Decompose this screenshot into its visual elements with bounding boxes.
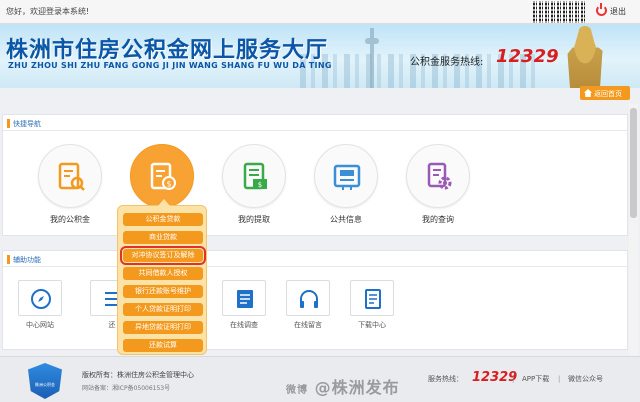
header-banner: 株洲市住房公积金网上服务大厅 ZHU ZHOU SHI ZHU FANG GON… <box>0 24 640 88</box>
return-home-label: 返回首页 <box>594 90 622 98</box>
divider: | <box>512 375 515 383</box>
nav-my-fund[interactable]: 我的公积金 <box>30 144 110 244</box>
menu-item-repay-account[interactable]: 银行还款账号维护 <box>123 285 203 298</box>
nav-my-query[interactable]: 我的查询 <box>398 144 478 244</box>
emblem-text: 株洲公积金 <box>35 382 55 387</box>
home-icon <box>584 89 592 97</box>
tool-label: 下载中心 <box>358 321 386 329</box>
svg-text:$: $ <box>166 180 171 189</box>
app-download-link[interactable]: APP下载 <box>522 374 549 384</box>
scrollbar-thumb[interactable] <box>630 108 637 218</box>
nav-label: 我的公积金 <box>50 215 90 224</box>
copyright-text: 版权所有：株洲住房公积金管理中心 <box>82 371 194 379</box>
site-title: 株洲市住房公积金网上服务大厅 <box>6 38 329 63</box>
menu-item-commercial-loan[interactable]: 商业贷款 <box>123 231 203 244</box>
assist-header: 辅助功能 <box>3 251 627 267</box>
compass-icon <box>18 280 62 316</box>
public-info-icon <box>314 144 378 208</box>
nav-my-withdraw[interactable]: $ 我的提取 <box>214 144 294 244</box>
loan-dropdown-menu: 公积金贷款 商业贷款 对冲协议签订及解除 共同借款人授权 银行还款账号维护 个人… <box>117 199 207 355</box>
divider: | <box>558 375 561 383</box>
tool-label: 在线调查 <box>230 321 258 329</box>
menu-item-remote-loan-certificate[interactable]: 异地贷款证明打印 <box>123 321 203 334</box>
site-title-pinyin: ZHU ZHOU SHI ZHU FANG GONG JI JIN WANG S… <box>8 61 332 70</box>
assist-title: 辅助功能 <box>13 256 41 264</box>
service-hotline-number: 12329 <box>472 370 518 385</box>
survey-icon <box>222 280 266 316</box>
hotline-number: 12329 <box>496 46 559 67</box>
menu-item-offset-agreement[interactable]: 对冲协议签订及解除 <box>120 246 206 265</box>
headset-icon <box>286 280 330 316</box>
tool-online-message[interactable]: 在线留言 <box>280 280 336 336</box>
hotline-label: 公积金服务热线: <box>410 57 484 68</box>
menu-item-repay-calculator[interactable]: 还款试算 <box>123 339 203 352</box>
section-marker <box>7 119 10 128</box>
tool-label: 在线留言 <box>294 321 322 329</box>
service-hotline-label: 服务热线： <box>428 375 463 383</box>
fund-emblem-logo: 株洲公积金 <box>28 363 62 399</box>
wechat-link[interactable]: 微信公众号 <box>568 374 603 384</box>
logout-link[interactable]: 退出 <box>610 6 626 17</box>
power-icon[interactable] <box>596 3 607 16</box>
quick-nav-title: 快捷导航 <box>13 120 41 128</box>
menu-item-co-borrower-auth[interactable]: 共同借款人授权 <box>123 267 203 280</box>
withdraw-document-icon: $ <box>222 144 286 208</box>
tool-label: 中心网站 <box>26 321 54 329</box>
tv-tower-image <box>365 28 379 88</box>
page-scrollbar[interactable] <box>629 104 638 364</box>
section-marker <box>7 255 10 264</box>
nav-label: 公共信息 <box>330 215 362 224</box>
download-doc-icon <box>350 280 394 316</box>
menu-item-loan-certificate[interactable]: 个人贷款证明打印 <box>123 303 203 316</box>
watermark-text: @株洲发布 <box>314 378 400 397</box>
svg-text:$: $ <box>258 181 262 189</box>
document-search-icon <box>38 144 102 208</box>
nav-public-info[interactable]: 公共信息 <box>306 144 386 244</box>
nav-label: 我的提取 <box>238 215 270 224</box>
query-settings-icon <box>406 144 470 208</box>
menu-item-housing-fund-loan[interactable]: 公积金贷款 <box>123 213 203 226</box>
icp-text: 网站备案：湘ICP备05006153号 <box>82 385 171 392</box>
tool-online-survey[interactable]: 在线调查 <box>216 280 272 336</box>
nav-label: 我的查询 <box>422 215 454 224</box>
top-bar: 您好，欢迎登录本系统! 退出 <box>0 0 640 24</box>
tool-center-website[interactable]: 中心网站 <box>12 280 68 336</box>
return-home-button[interactable]: 返回首页 <box>580 86 630 100</box>
qr-code-icon <box>533 1 585 23</box>
welcome-text: 您好，欢迎登录本系统! <box>6 7 90 16</box>
tool-download-center[interactable]: 下载中心 <box>344 280 400 336</box>
quick-nav-header: 快捷导航 <box>3 115 627 131</box>
watermark-prefix: 微博 <box>286 385 308 396</box>
weibo-watermark: 微博 @株洲发布 <box>286 374 400 398</box>
statue-image <box>567 26 603 88</box>
